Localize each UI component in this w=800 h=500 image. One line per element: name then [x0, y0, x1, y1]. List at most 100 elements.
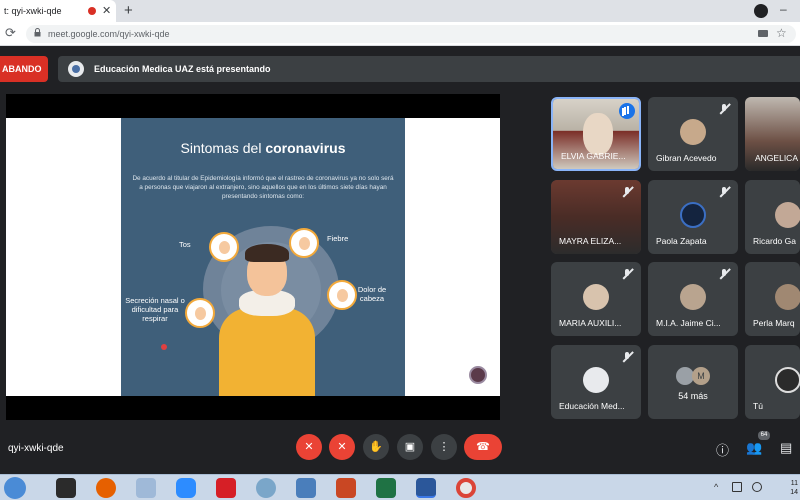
minimize-icon[interactable]: – [780, 2, 787, 16]
raise-hand-button[interactable]: ✋ [363, 434, 389, 460]
download-app-icon[interactable] [56, 478, 76, 498]
clock[interactable]: 11 14 [776, 479, 798, 497]
slide-title-plain: Sintomas del [180, 140, 266, 156]
participant-name: Educación Med... [559, 401, 625, 411]
participant-tile[interactable]: Perla Marq [745, 262, 800, 336]
more-vert-icon: ⋮ [438, 441, 450, 453]
participant-avatar [775, 284, 800, 310]
more-options-button[interactable]: ⋮ [431, 434, 457, 460]
participant-name: Tú [753, 401, 763, 411]
people-icon[interactable]: 👥 [746, 440, 762, 456]
zoom-icon[interactable] [176, 478, 196, 498]
volume-icon[interactable] [752, 482, 762, 492]
tab-title: t: qyi-xwki-qde [4, 6, 62, 16]
clock-time: 11 [790, 480, 798, 487]
media-app-icon[interactable] [296, 478, 316, 498]
participant-name: MAYRA ELIZA... [559, 236, 622, 246]
camera-toggle-button[interactable]: ✕ [329, 434, 355, 460]
participant-tile[interactable]: Educación Med... [551, 345, 641, 419]
presenter-avatar [68, 61, 84, 77]
presenting-banner: Educación Medica UAZ está presentando [58, 56, 800, 82]
mic-off-icon [718, 186, 730, 198]
participant-name: M.I.A. Jaime Ci... [656, 318, 721, 328]
self-tile[interactable]: Tú [745, 345, 800, 419]
camera-off-icon: ✕ [337, 441, 347, 453]
speaking-icon [619, 103, 635, 119]
mic-off-icon [718, 103, 730, 115]
self-avatar [775, 367, 800, 393]
meeting-details-icon[interactable]: ⓘ [716, 440, 729, 459]
network-icon[interactable] [732, 482, 742, 492]
present-screen-icon: ▣ [404, 441, 416, 453]
mic-off-icon [621, 351, 633, 363]
presenter-thumbnail [469, 366, 487, 384]
powerpoint-icon[interactable] [336, 478, 356, 498]
network-app-icon[interactable] [256, 478, 276, 498]
reload-icon[interactable]: ⟳ [5, 25, 16, 41]
slide-frame: Sintomas del coronavirus De acuerdo al t… [6, 118, 500, 396]
hand-icon: ✋ [369, 441, 383, 453]
end-call-button[interactable]: ☎ [464, 434, 502, 460]
profile-icon[interactable] [754, 4, 768, 18]
mic-off-icon [621, 186, 633, 198]
participant-tile[interactable]: M.I.A. Jaime Ci... [648, 262, 738, 336]
participant-face [583, 113, 613, 155]
new-tab-button[interactable]: + [124, 2, 133, 19]
start-button[interactable] [4, 477, 26, 499]
participant-avatar [680, 119, 706, 145]
slide-title-bold: coronavirus [265, 140, 346, 156]
participant-name: ELVIA GABRIE... [561, 151, 626, 161]
acrobat-icon[interactable] [216, 478, 236, 498]
phone-hangup-icon: ☎ [476, 441, 490, 453]
participant-tile[interactable]: Ricardo Ga [745, 180, 800, 254]
participant-name: Gibran Acevedo [656, 153, 717, 163]
chat-icon[interactable]: ▤ [780, 440, 792, 456]
tab-close-icon[interactable]: ✕ [102, 4, 111, 17]
recording-badge[interactable]: ABANDO [0, 56, 48, 82]
presenter-logo-icon [72, 65, 80, 73]
presentation-stage[interactable]: Sintomas del coronavirus De acuerdo al t… [6, 94, 500, 420]
chrome-icon[interactable] [456, 478, 476, 498]
participant-tile[interactable]: ANGELICA [745, 97, 800, 171]
url-text: meet.google.com/qyi-xwki-qde [48, 29, 170, 39]
browser-toolbar: ⟳ meet.google.com/qyi-xwki-qde ☆ [0, 22, 800, 46]
mic-off-icon: ✕ [304, 441, 314, 453]
symptom-cough-icon [209, 232, 239, 262]
address-bar[interactable]: meet.google.com/qyi-xwki-qde ☆ [26, 25, 796, 43]
slide: Sintomas del coronavirus De acuerdo al t… [121, 118, 487, 396]
participant-avatar-letter: M [692, 367, 710, 385]
symptom-label-headache: Dolor de cabeza [357, 285, 387, 303]
camera-in-use-icon[interactable] [758, 30, 768, 37]
participant-tile[interactable]: MAYRA ELIZA... [551, 180, 641, 254]
symptom-label-fever: Fiebre [327, 234, 349, 243]
more-participants-tile[interactable]: M 54 más [648, 345, 738, 419]
lock-icon [34, 28, 41, 37]
slide-body-text: De acuerdo al titular de Epidemiología i… [132, 175, 394, 200]
more-participants-count: 54 más [678, 391, 708, 401]
participant-tile[interactable]: ELVIA GABRIE... [551, 97, 641, 171]
recording-label: ABANDO [2, 64, 42, 74]
browser-tab[interactable]: t: qyi-xwki-qde ✕ [0, 0, 116, 22]
participant-tile[interactable]: Paola Zapata [648, 180, 738, 254]
sick-person-body [219, 308, 315, 396]
tray-expand-icon[interactable]: ^ [714, 482, 718, 492]
word-icon[interactable] [416, 478, 436, 498]
mic-toggle-button[interactable]: ✕ [296, 434, 322, 460]
bookmark-star-icon[interactable]: ☆ [776, 26, 787, 40]
present-now-button[interactable]: ▣ [397, 434, 423, 460]
file-explorer-icon[interactable] [136, 478, 156, 498]
participant-tile[interactable]: MARIA AUXILI... [551, 262, 641, 336]
participant-avatar [583, 367, 609, 393]
excel-icon[interactable] [376, 478, 396, 498]
symptom-label-runny-nose: Secreción nasal o dificultad para respir… [125, 296, 185, 323]
mic-off-icon [718, 268, 730, 280]
slide-title: Sintomas del coronavirus [121, 140, 405, 156]
participant-tile[interactable]: Gibran Acevedo [648, 97, 738, 171]
participant-name: Ricardo Ga [753, 236, 796, 246]
sick-person-hair [245, 244, 289, 262]
clock-date: 14 [790, 489, 798, 496]
presenting-text: Educación Medica UAZ está presentando [94, 64, 271, 74]
participant-name: Perla Marq [753, 318, 795, 328]
symptom-label-cough: Tos [179, 240, 191, 249]
firefox-icon[interactable] [96, 478, 116, 498]
